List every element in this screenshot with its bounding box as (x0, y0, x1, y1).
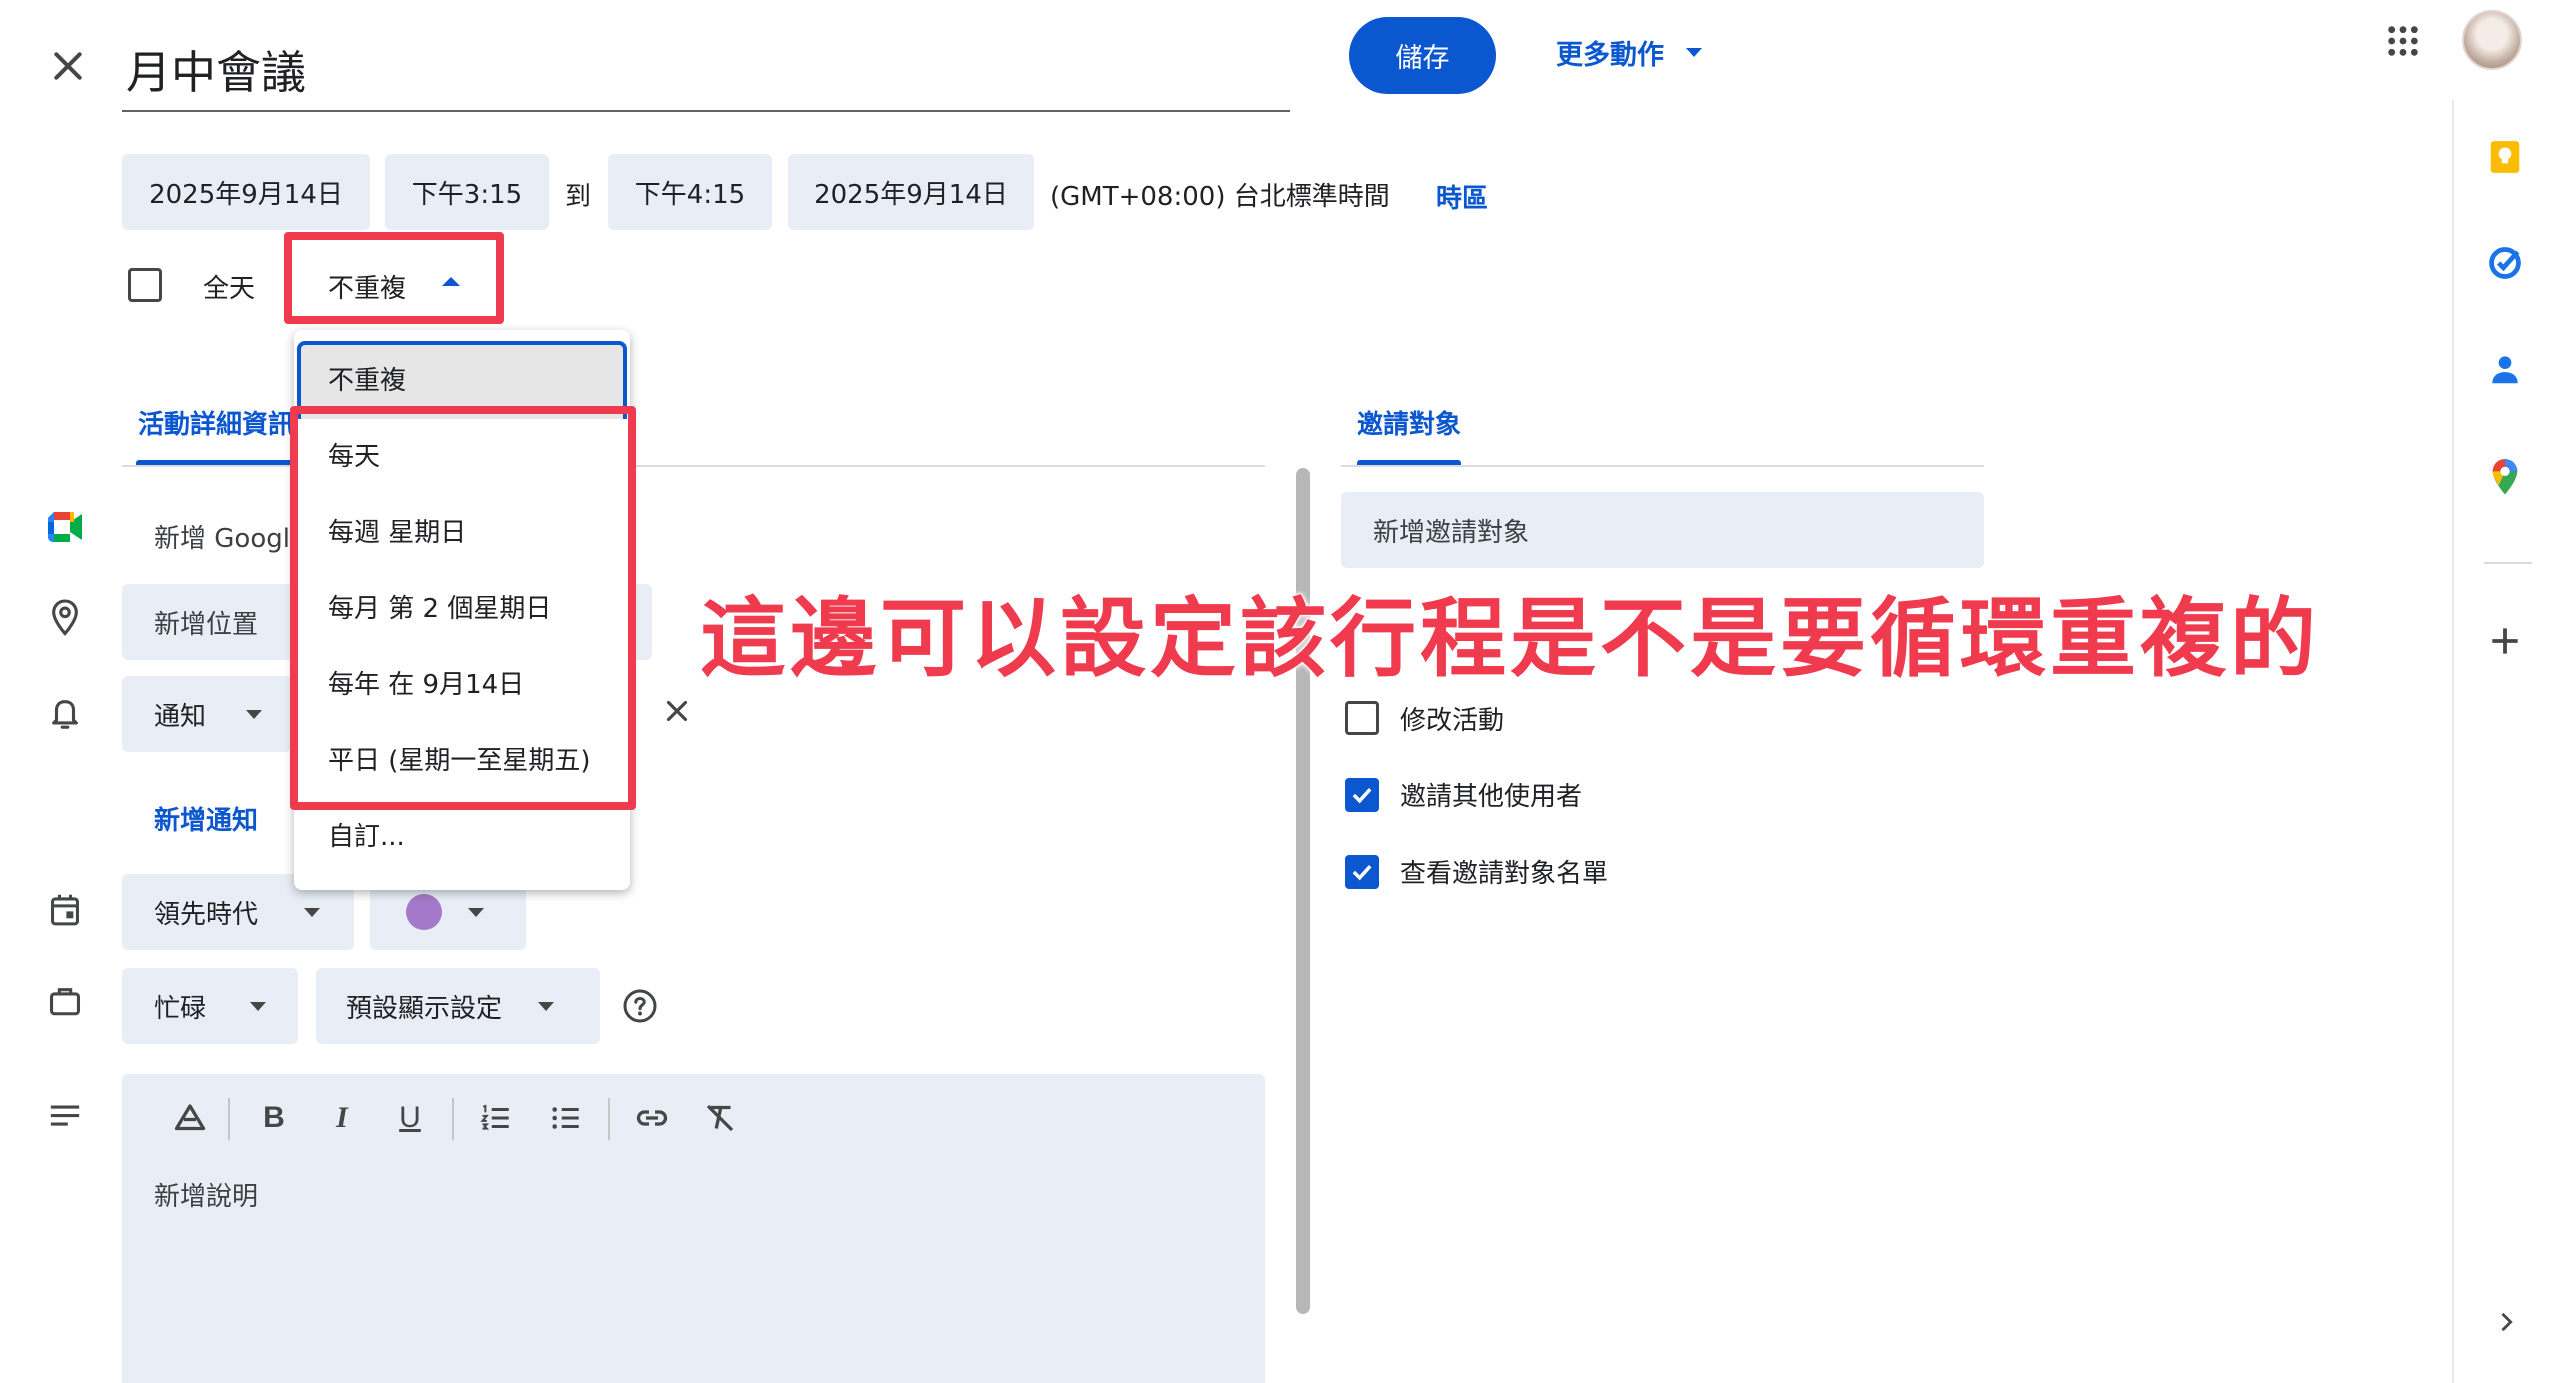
repeat-option-custom[interactable]: 自訂... (328, 816, 405, 853)
permission-invite-label: 邀請其他使用者 (1400, 782, 1583, 812)
meet-placeholder[interactable]: 新增 Google (154, 518, 306, 555)
highlight-repeat-options (290, 406, 636, 810)
help-icon[interactable] (622, 988, 658, 1024)
location-icon (48, 598, 82, 638)
tab-guests[interactable]: 邀請對象 (1357, 404, 1461, 441)
add-guests-placeholder: 新增邀請對象 (1373, 517, 1530, 548)
timezone-text: (GMT+08:00) 台北標準時間 (1050, 182, 1390, 212)
notification-select[interactable]: 通知 (122, 676, 292, 752)
bulleted-list-icon[interactable] (544, 1096, 588, 1140)
bold-icon[interactable]: B (252, 1096, 296, 1140)
permission-modify-label: 修改活動 (1400, 706, 1505, 736)
underline-icon[interactable]: U (388, 1096, 432, 1140)
calendar-icon (48, 892, 82, 928)
permission-invite-checkbox[interactable] (1345, 778, 1379, 812)
start-time-chip[interactable]: 下午3:15 (385, 154, 549, 230)
description-placeholder: 新增說明 (154, 1182, 259, 1212)
italic-icon[interactable]: I (320, 1096, 364, 1140)
event-title-field[interactable]: 月中會議 (122, 28, 1290, 112)
notification-label: 通知 (154, 701, 207, 732)
apps-grid-icon[interactable] (2386, 24, 2420, 58)
to-label: 到 (565, 182, 592, 212)
busy-select[interactable]: 忙碌 (122, 968, 298, 1044)
busy-label: 忙碌 (154, 993, 207, 1024)
annotation-text: 這邊可以設定該行程是不是要循環重複的 (699, 588, 2320, 690)
chevron-right-icon[interactable] (2492, 1308, 2520, 1336)
numbered-list-icon[interactable] (474, 1096, 518, 1140)
permission-see-list-label: 查看邀請對象名單 (1400, 859, 1609, 889)
end-date-chip[interactable]: 2025年9月14日 (788, 154, 1034, 230)
chevron-down-icon (304, 907, 321, 917)
more-actions-label: 更多動作 (1556, 39, 1664, 71)
all-day-label: 全天 (203, 274, 256, 304)
description-icon (48, 1102, 82, 1132)
add-notification-link[interactable]: 新增通知 (154, 800, 258, 837)
tab-details[interactable]: 活動詳細資訊 (138, 404, 294, 441)
contacts-icon[interactable] (2486, 350, 2524, 388)
calendar-color-dot (406, 894, 442, 930)
all-day-checkbox[interactable] (128, 268, 162, 302)
clear-formatting-icon[interactable] (698, 1096, 742, 1140)
permission-modify-checkbox[interactable] (1345, 701, 1379, 735)
link-icon[interactable] (630, 1096, 674, 1140)
toolbar-separator (228, 1098, 230, 1140)
highlight-repeat-select (284, 232, 504, 324)
toolbar-separator (452, 1098, 454, 1140)
side-panel (2452, 100, 2560, 1383)
toolbar-separator (608, 1098, 610, 1140)
guests-divider (1341, 465, 1984, 467)
chevron-down-icon (1686, 47, 1702, 57)
add-addon-icon[interactable] (2486, 622, 2524, 660)
save-button[interactable]: 儲存 (1349, 17, 1496, 94)
description-editor[interactable]: B I U 新增說明 (122, 1074, 1265, 1383)
chevron-down-icon (468, 907, 484, 917)
close-icon[interactable] (48, 46, 88, 86)
briefcase-icon (48, 984, 82, 1018)
calendar-name: 領先時代 (154, 899, 259, 930)
bell-icon (48, 694, 82, 732)
event-title: 月中會議 (126, 46, 307, 99)
side-panel-divider (2484, 562, 2532, 564)
add-guests-input[interactable]: 新增邀請對象 (1341, 492, 1984, 568)
chevron-down-icon (246, 709, 263, 719)
chevron-down-icon (250, 1001, 267, 1011)
chevron-down-icon (538, 1001, 555, 1011)
keep-icon[interactable] (2486, 138, 2524, 176)
more-actions-button[interactable]: 更多動作 (1556, 30, 1702, 74)
avatar[interactable] (2462, 10, 2522, 70)
permission-see-list-checkbox[interactable] (1345, 855, 1379, 889)
visibility-label: 預設顯示設定 (346, 993, 503, 1024)
end-time-chip[interactable]: 下午4:15 (608, 154, 772, 230)
repeat-option-none[interactable]: 不重複 (328, 360, 406, 397)
start-date-chip[interactable]: 2025年9月14日 (122, 154, 370, 230)
drive-icon[interactable] (168, 1096, 212, 1140)
tasks-icon[interactable] (2486, 244, 2524, 282)
timezone-link[interactable]: 時區 (1436, 178, 1488, 215)
remove-notification-icon[interactable] (660, 694, 694, 728)
visibility-select[interactable]: 預設顯示設定 (316, 968, 600, 1044)
location-placeholder: 新增位置 (154, 609, 259, 640)
google-meet-icon (46, 508, 84, 546)
maps-icon[interactable] (2486, 456, 2524, 496)
